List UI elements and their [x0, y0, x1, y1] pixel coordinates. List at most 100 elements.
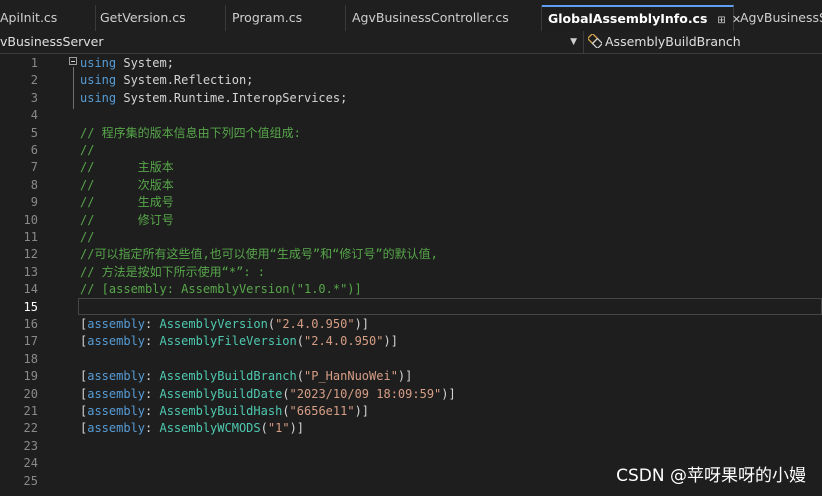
line-number: 25: [23, 473, 38, 488]
document-tab-bar: ApiInit.cs GetVersion.cs Program.cs AgvB…: [0, 0, 822, 32]
code-line[interactable]: 8 // 次版本: [0, 177, 822, 194]
code-token: // 次版本: [80, 177, 174, 192]
code-text: // 次版本: [80, 177, 174, 194]
code-text: // 程序集的版本信息由下列四个值组成:: [80, 125, 301, 142]
tab-globalassemblyinfo[interactable]: GlobalAssemblyInfo.cs ⊞ ✕: [542, 5, 741, 31]
code-token: "1": [267, 421, 290, 436]
code-token: // 修订号: [80, 212, 174, 227]
line-number: 22: [23, 421, 38, 436]
code-token: (: [282, 386, 290, 401]
code-line[interactable]: 9 // 生成号: [0, 194, 822, 211]
code-token: using: [80, 56, 117, 70]
code-token: :: [145, 421, 160, 436]
code-token: )]: [354, 404, 370, 418]
tab-label: AgvBusinessController.cs: [352, 10, 509, 25]
code-line[interactable]: 5 // 程序集的版本信息由下列四个值组成:: [0, 125, 822, 142]
code-line[interactable]: 4: [0, 107, 822, 124]
line-number: 9: [30, 195, 38, 210]
code-text: // 生成号: [80, 194, 174, 211]
code-line[interactable]: 11 //: [0, 229, 822, 246]
code-text: //可以指定所有这些值,也可以使用“生成号”和“修订号”的默认值,: [80, 246, 438, 263]
code-token: :: [145, 386, 160, 401]
code-text: [assembly: AssemblyWCMODS("1")]: [80, 420, 304, 437]
code-line[interactable]: 15: [0, 297, 822, 316]
code-editor[interactable]: 1 using System; 2 using System.Reflection; 3…: [0, 54, 822, 496]
code-line[interactable]: 12 //可以指定所有这些值,也可以使用“生成号”和“修订号”的默认值,: [0, 246, 822, 263]
code-token: (: [296, 334, 304, 349]
code-line[interactable]: 3 using System.Runtime.InteropServices;: [0, 90, 822, 107]
member-name: AssemblyBuildBranch: [605, 34, 741, 49]
code-line[interactable]: 19 [assembly: AssemblyBuildBranch("P_HanN…: [0, 368, 822, 385]
code-token: // 方法是按如下所示使用“*”: :: [80, 264, 266, 279]
tab-label: GlobalAssemblyInfo.cs: [548, 11, 708, 26]
code-text: // 主版本: [80, 159, 174, 176]
code-line[interactable]: 23: [0, 438, 822, 455]
code-token: )]: [441, 386, 456, 401]
line-number: 2: [30, 73, 38, 88]
code-token: AssemblyVersion: [159, 317, 268, 331]
code-line[interactable]: 10 // 修订号: [0, 212, 822, 229]
code-line[interactable]: 6 //: [0, 142, 822, 159]
code-token: using: [80, 73, 117, 88]
tab-label: ApiInit.cs: [0, 10, 58, 25]
code-token: assembly: [87, 421, 146, 436]
code-line[interactable]: 1 using System;: [0, 55, 822, 72]
line-number: 13: [23, 264, 38, 279]
code-token: AssemblyWCMODS: [159, 421, 261, 436]
code-line[interactable]: 17 [assembly: AssemblyFileVersion("2.4.0.…: [0, 333, 822, 350]
code-line[interactable]: 21 [assembly: AssemblyBuildHash("6656e11"…: [0, 403, 822, 420]
project-dropdown[interactable]: vBusinessServer ▼: [0, 31, 584, 53]
code-text: [assembly: AssemblyBuildBranch("P_HanNuo…: [80, 368, 412, 385]
current-line-highlight: [78, 297, 822, 315]
code-line[interactable]: 18: [0, 351, 822, 368]
code-token: AssemblyBuildBranch: [159, 369, 297, 384]
line-number: 17: [23, 334, 38, 349]
chevron-down-icon[interactable]: ▼: [570, 31, 577, 53]
navigation-bar: vBusinessServer ▼ AssemblyBuildBranch: [0, 31, 822, 54]
code-text: //: [80, 229, 94, 246]
line-number: 18: [23, 351, 38, 366]
code-token: (: [260, 421, 268, 436]
code-text: //: [80, 142, 94, 159]
code-token: assembly: [87, 386, 146, 401]
code-token: assembly: [87, 334, 146, 349]
line-number: 15: [23, 299, 38, 314]
code-token: :: [145, 404, 160, 418]
tab-label: Program.cs: [232, 10, 303, 25]
code-token: assembly: [87, 317, 146, 331]
code-token: // 程序集的版本信息由下列四个值组成:: [80, 125, 301, 140]
watermark: CSDN @苹呀果呀的小嫚: [616, 466, 806, 486]
tab-getversion[interactable]: GetVersion.cs: [96, 5, 226, 31]
code-token: System.Runtime.InteropServices;: [116, 90, 348, 105]
code-line[interactable]: 2 using System.Reflection;: [0, 72, 822, 89]
code-line[interactable]: 7 // 主版本: [0, 159, 822, 176]
code-token: System;: [116, 56, 174, 70]
code-line[interactable]: 14 // [assembly: AssemblyVersion("1.0.*")…: [0, 281, 822, 298]
line-number: 7: [30, 160, 38, 175]
code-line[interactable]: 20 [assembly: AssemblyBuildDate("2023/10/…: [0, 386, 822, 403]
code-line[interactable]: 16 [assembly: AssemblyVersion("2.4.0.950"…: [0, 316, 822, 333]
line-number: 3: [30, 90, 38, 105]
tab-agvbusinesscontroller[interactable]: AgvBusinessController.cs: [346, 5, 542, 31]
code-line[interactable]: 13 // 方法是按如下所示使用“*”: :: [0, 264, 822, 281]
code-token: // [assembly: AssemblyVersion("1.0.*")]: [80, 282, 362, 297]
code-text: [assembly: AssemblyFileVersion("2.4.0.95…: [80, 333, 398, 350]
code-token: :: [145, 369, 160, 384]
line-number: 5: [30, 125, 38, 140]
line-number: 6: [30, 143, 38, 157]
code-token: (: [267, 317, 276, 331]
code-line[interactable]: 22 [assembly: AssemblyWCMODS("1")]: [0, 420, 822, 437]
line-number: 10: [23, 212, 38, 227]
code-token: // 生成号: [80, 195, 174, 210]
tab-program[interactable]: Program.cs: [226, 5, 346, 31]
member-dropdown[interactable]: AssemblyBuildBranch: [586, 31, 741, 53]
code-token: :: [145, 334, 160, 349]
code-token: assembly: [87, 369, 146, 384]
pin-icon[interactable]: ⊞: [717, 15, 725, 26]
tab-apiinit[interactable]: ApiInit.cs: [0, 5, 96, 31]
tab-agvbusinessse[interactable]: AgvBusinessSe: [734, 5, 822, 31]
line-number: 19: [23, 369, 38, 384]
code-token: System.Reflection;: [116, 73, 254, 88]
code-token: "P_HanNuoWei": [304, 369, 398, 384]
code-token: //可以指定所有这些值,也可以使用“生成号”和“修订号”的默认值,: [80, 247, 438, 262]
